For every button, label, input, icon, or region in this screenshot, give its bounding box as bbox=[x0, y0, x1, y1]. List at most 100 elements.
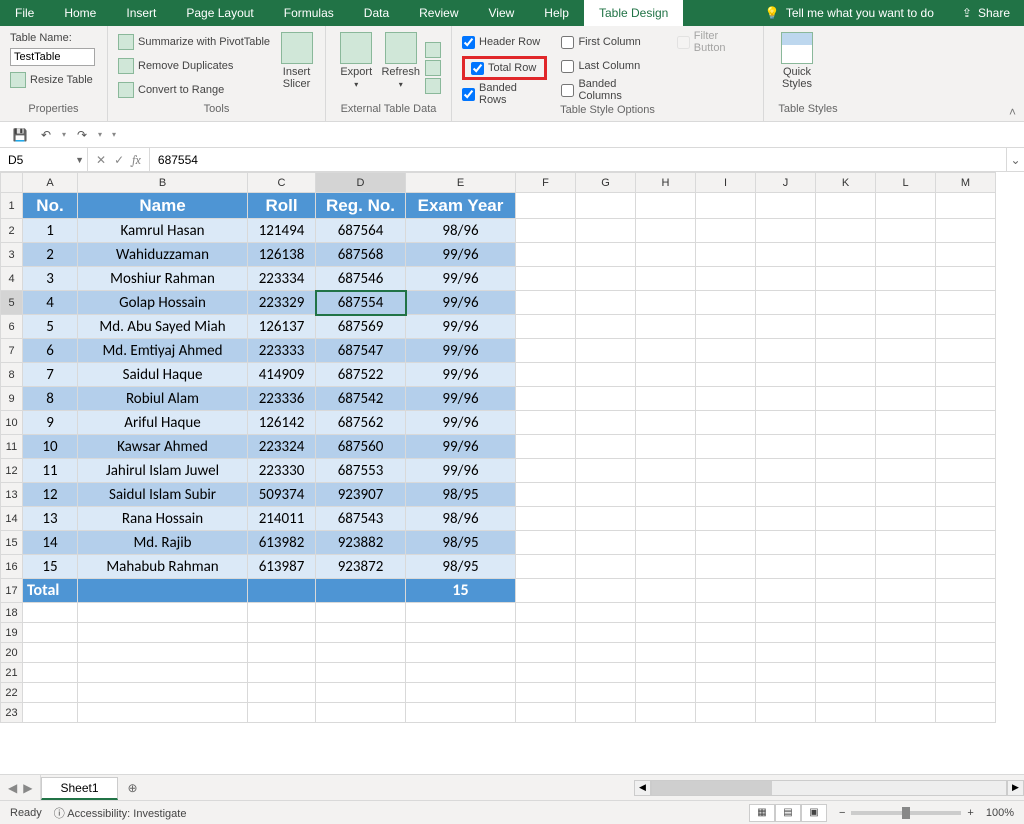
menu-home[interactable]: Home bbox=[49, 0, 111, 26]
empty-cell[interactable] bbox=[696, 683, 756, 703]
empty-cell[interactable] bbox=[696, 411, 756, 435]
empty-cell[interactable] bbox=[636, 703, 696, 723]
quick-styles-button[interactable]: Quick Styles bbox=[774, 32, 820, 103]
empty-cell[interactable] bbox=[936, 193, 996, 219]
empty-cell[interactable] bbox=[78, 663, 248, 683]
empty-cell[interactable] bbox=[936, 219, 996, 243]
accessibility-status[interactable]: ⓘ Accessibility: Investigate bbox=[54, 805, 187, 821]
table-cell[interactable]: 414909 bbox=[248, 363, 316, 387]
table-cell[interactable]: Md. Abu Sayed Miah bbox=[78, 315, 248, 339]
table-cell[interactable]: 14 bbox=[23, 531, 78, 555]
empty-cell[interactable] bbox=[636, 483, 696, 507]
row-header[interactable]: 7 bbox=[1, 339, 23, 363]
zoom-thumb[interactable] bbox=[902, 807, 910, 819]
empty-cell[interactable] bbox=[516, 243, 576, 267]
convert-range-button[interactable]: Convert to Range bbox=[118, 80, 270, 100]
empty-cell[interactable] bbox=[696, 703, 756, 723]
empty-cell[interactable] bbox=[696, 531, 756, 555]
empty-cell[interactable] bbox=[816, 219, 876, 243]
empty-cell[interactable] bbox=[936, 663, 996, 683]
select-all-corner[interactable] bbox=[1, 173, 23, 193]
total-row-checkbox[interactable]: Total Row bbox=[471, 58, 536, 78]
row-header[interactable]: 1 bbox=[1, 193, 23, 219]
first-column-checkbox[interactable]: First Column bbox=[561, 32, 662, 52]
empty-cell[interactable] bbox=[936, 363, 996, 387]
table-cell[interactable]: 99/96 bbox=[406, 411, 516, 435]
zoom-track[interactable] bbox=[851, 811, 961, 815]
empty-cell[interactable] bbox=[876, 579, 936, 603]
empty-cell[interactable] bbox=[636, 243, 696, 267]
row-header[interactable]: 16 bbox=[1, 555, 23, 579]
empty-cell[interactable] bbox=[316, 603, 406, 623]
empty-cell[interactable] bbox=[756, 291, 816, 315]
table-cell[interactable]: 613987 bbox=[248, 555, 316, 579]
empty-cell[interactable] bbox=[576, 411, 636, 435]
empty-cell[interactable] bbox=[696, 291, 756, 315]
empty-cell[interactable] bbox=[78, 623, 248, 643]
share-button[interactable]: ⇪ Share bbox=[948, 0, 1024, 26]
row-header[interactable]: 22 bbox=[1, 683, 23, 703]
empty-cell[interactable] bbox=[816, 603, 876, 623]
column-header[interactable]: L bbox=[876, 173, 936, 193]
empty-cell[interactable] bbox=[696, 579, 756, 603]
empty-cell[interactable] bbox=[406, 643, 516, 663]
empty-cell[interactable] bbox=[876, 193, 936, 219]
empty-cell[interactable] bbox=[516, 703, 576, 723]
summarize-pivot-button[interactable]: Summarize with PivotTable bbox=[118, 32, 270, 52]
header-row-checkbox[interactable]: Header Row bbox=[462, 32, 547, 52]
empty-cell[interactable] bbox=[936, 267, 996, 291]
empty-cell[interactable] bbox=[756, 483, 816, 507]
column-header[interactable]: K bbox=[816, 173, 876, 193]
empty-cell[interactable] bbox=[636, 411, 696, 435]
table-cell[interactable]: 687547 bbox=[316, 339, 406, 363]
table-cell[interactable]: 7 bbox=[23, 363, 78, 387]
empty-cell[interactable] bbox=[23, 703, 78, 723]
empty-cell[interactable] bbox=[936, 411, 996, 435]
empty-cell[interactable] bbox=[816, 507, 876, 531]
table-cell[interactable]: Saidul Islam Subir bbox=[78, 483, 248, 507]
row-header[interactable]: 9 bbox=[1, 387, 23, 411]
table-cell[interactable]: 223330 bbox=[248, 459, 316, 483]
empty-cell[interactable] bbox=[576, 193, 636, 219]
zoom-slider[interactable]: − + bbox=[839, 807, 974, 819]
empty-cell[interactable] bbox=[576, 703, 636, 723]
empty-cell[interactable] bbox=[406, 603, 516, 623]
empty-cell[interactable] bbox=[576, 459, 636, 483]
empty-cell[interactable] bbox=[936, 623, 996, 643]
empty-cell[interactable] bbox=[756, 703, 816, 723]
table-cell[interactable]: Jahirul Islam Juwel bbox=[78, 459, 248, 483]
empty-cell[interactable] bbox=[696, 603, 756, 623]
table-cell[interactable]: Robiul Alam bbox=[78, 387, 248, 411]
table-cell[interactable]: Golap Hossain bbox=[78, 291, 248, 315]
empty-cell[interactable] bbox=[816, 483, 876, 507]
empty-cell[interactable] bbox=[936, 603, 996, 623]
chevron-down-icon[interactable]: ▼ bbox=[75, 155, 84, 165]
empty-cell[interactable] bbox=[316, 703, 406, 723]
empty-cell[interactable] bbox=[756, 579, 816, 603]
table-cell[interactable]: 11 bbox=[23, 459, 78, 483]
empty-cell[interactable] bbox=[756, 643, 816, 663]
empty-cell[interactable] bbox=[516, 643, 576, 663]
table-cell[interactable]: 214011 bbox=[248, 507, 316, 531]
undo-button[interactable]: ↶ bbox=[36, 125, 56, 145]
row-header[interactable]: 10 bbox=[1, 411, 23, 435]
empty-cell[interactable] bbox=[23, 603, 78, 623]
empty-cell[interactable] bbox=[576, 555, 636, 579]
empty-cell[interactable] bbox=[876, 623, 936, 643]
column-header[interactable]: I bbox=[696, 173, 756, 193]
total-row-cell[interactable]: Total bbox=[23, 579, 78, 603]
empty-cell[interactable] bbox=[816, 643, 876, 663]
empty-cell[interactable] bbox=[248, 683, 316, 703]
empty-cell[interactable] bbox=[696, 387, 756, 411]
empty-cell[interactable] bbox=[696, 363, 756, 387]
empty-cell[interactable] bbox=[876, 603, 936, 623]
empty-cell[interactable] bbox=[576, 507, 636, 531]
chevron-down-icon[interactable]: ▾ bbox=[62, 130, 66, 139]
empty-cell[interactable] bbox=[756, 683, 816, 703]
empty-cell[interactable] bbox=[876, 219, 936, 243]
empty-cell[interactable] bbox=[576, 663, 636, 683]
table-cell[interactable]: 99/96 bbox=[406, 339, 516, 363]
empty-cell[interactable] bbox=[23, 643, 78, 663]
table-cell[interactable]: 12 bbox=[23, 483, 78, 507]
table-cell[interactable]: 1 bbox=[23, 219, 78, 243]
